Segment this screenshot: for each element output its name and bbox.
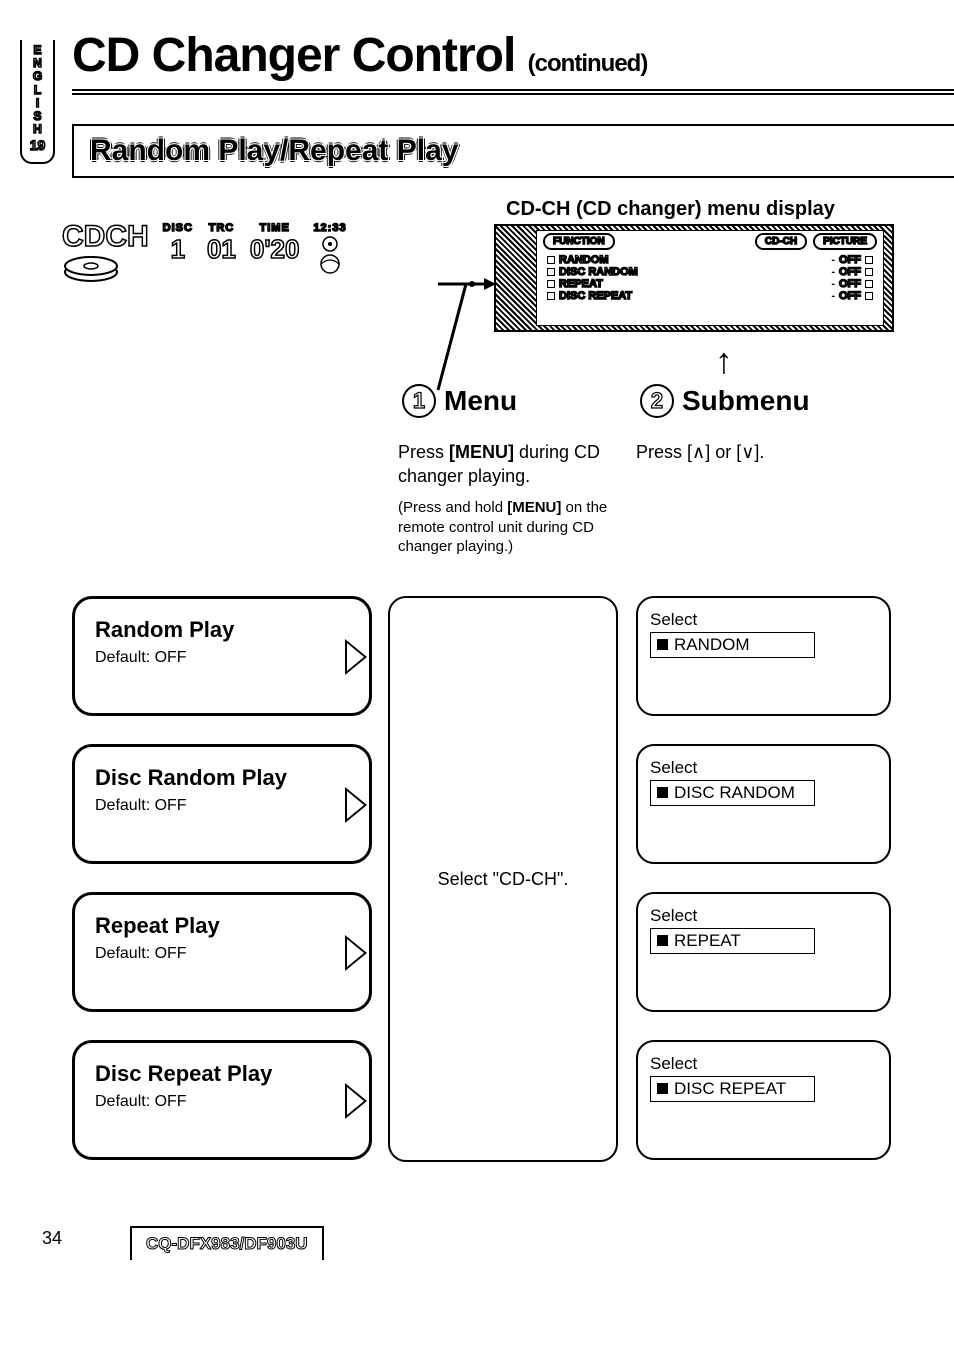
menu-display-caption: CD-CH (CD changer) menu display — [506, 198, 835, 221]
random-play-title: Random Play — [95, 617, 349, 643]
menu-item-random: RANDOM- OFF — [543, 254, 877, 266]
menu-item-repeat: REPEAT- OFF — [543, 278, 877, 290]
select-disc-repeat-value: DISC REPEAT — [674, 1079, 786, 1098]
source-indicator: CDCH — [62, 222, 149, 289]
arrow-right-icon — [345, 639, 367, 675]
select-random-value: RANDOM — [674, 635, 750, 654]
repeat-play-title: Repeat Play — [95, 913, 349, 939]
language-label: ENGLISH — [22, 44, 53, 136]
disc-random-play-default: Default: OFF — [95, 797, 349, 815]
page-title-block: CD Changer Control (continued) — [72, 28, 954, 95]
menu-tab-cdch: CD-CH — [755, 233, 807, 250]
random-play-default: Default: OFF — [95, 649, 349, 667]
model-number: CQ-DFX983/DF903U — [146, 1234, 308, 1253]
menu-items: RANDOM- OFF DISC RANDOM- OFF REPEAT- OFF… — [537, 252, 883, 304]
select-random-box: Select RANDOM — [636, 596, 891, 716]
step-2-label: 2 Submenu — [640, 384, 810, 418]
language-tab: ENGLISH 19 — [20, 40, 55, 164]
disc-repeat-play-box: Disc Repeat Play Default: OFF — [72, 1040, 372, 1160]
random-play-box: Random Play Default: OFF — [72, 596, 372, 716]
step-2-number: 2 — [640, 384, 674, 418]
middle-instruction-box: Select "CD-CH". — [388, 596, 618, 1162]
disc-indicator: DISC 1 — [163, 222, 193, 265]
menu-tab-picture: PICTURE — [813, 233, 877, 250]
footer-page-number: 34 — [42, 1228, 62, 1249]
step-2-title: Submenu — [682, 385, 810, 417]
source-label: CDCH — [62, 222, 149, 252]
title-rule — [72, 89, 954, 95]
connector-line-icon — [430, 270, 500, 400]
menu-item-disc-repeat: DISC REPEAT- OFF — [543, 290, 877, 302]
disc-random-play-title: Disc Random Play — [95, 765, 349, 791]
arrow-up-icon: ↑ — [715, 340, 733, 382]
menu-tabs: FUNCTION CD-CH PICTURE — [537, 231, 883, 252]
step-1-note: (Press and hold [MENU] on the remote con… — [398, 498, 628, 557]
section-page: 19 — [22, 138, 53, 152]
repeat-play-box: Repeat Play Default: OFF — [72, 892, 372, 1012]
track-indicator: TRC 01 — [207, 222, 236, 265]
disc-repeat-play-default: Default: OFF — [95, 1093, 349, 1111]
menu-item-disc-random: DISC RANDOM- OFF — [543, 266, 877, 278]
model-badge: CQ-DFX983/DF903U — [130, 1226, 324, 1260]
arrow-right-icon — [345, 1083, 367, 1119]
arrow-right-icon — [345, 787, 367, 823]
step-1-number: 1 — [402, 384, 436, 418]
step-1-instruction: Press [MENU] during CD changer playing. — [398, 440, 618, 489]
arrow-right-icon — [345, 935, 367, 971]
select-disc-random-box: Select DISC RANDOM — [636, 744, 891, 864]
select-disc-repeat-box: Select DISC REPEAT — [636, 1040, 891, 1160]
menu-screen: FUNCTION CD-CH PICTURE RANDOM- OFF DISC … — [494, 224, 894, 332]
repeat-play-default: Default: OFF — [95, 945, 349, 963]
step-1-label: 1 Menu — [402, 384, 517, 418]
clock-indicator: 12:33 — [313, 222, 346, 283]
menu-tab-function: FUNCTION — [543, 233, 615, 250]
display-status-row: CDCH DISC 1 TRC 01 TIME 0'20 12:33 — [62, 222, 462, 289]
select-repeat-box: Select REPEAT — [636, 892, 891, 1012]
step-1-title: Menu — [444, 385, 517, 417]
time-indicator: TIME 0'20 — [250, 222, 300, 265]
disc-repeat-play-title: Disc Repeat Play — [95, 1061, 349, 1087]
disc-random-play-box: Disc Random Play Default: OFF — [72, 744, 372, 864]
page-title-main: CD Changer Control — [72, 29, 515, 82]
section-header: Random Play/Repeat Play — [72, 124, 954, 178]
page-title-suffix: (continued) — [528, 50, 648, 77]
select-repeat-value: REPEAT — [674, 931, 741, 950]
section-title: Random Play/Repeat Play — [90, 134, 458, 167]
step-2-instruction: Press [∧] or [∨]. — [636, 440, 896, 464]
select-disc-random-value: DISC RANDOM — [674, 783, 795, 802]
page-title: CD Changer Control (continued) — [72, 28, 954, 83]
cd-stack-icon — [62, 252, 120, 284]
disc-play-icon — [318, 234, 342, 278]
middle-instruction-text: Select "CD-CH". — [438, 869, 569, 890]
